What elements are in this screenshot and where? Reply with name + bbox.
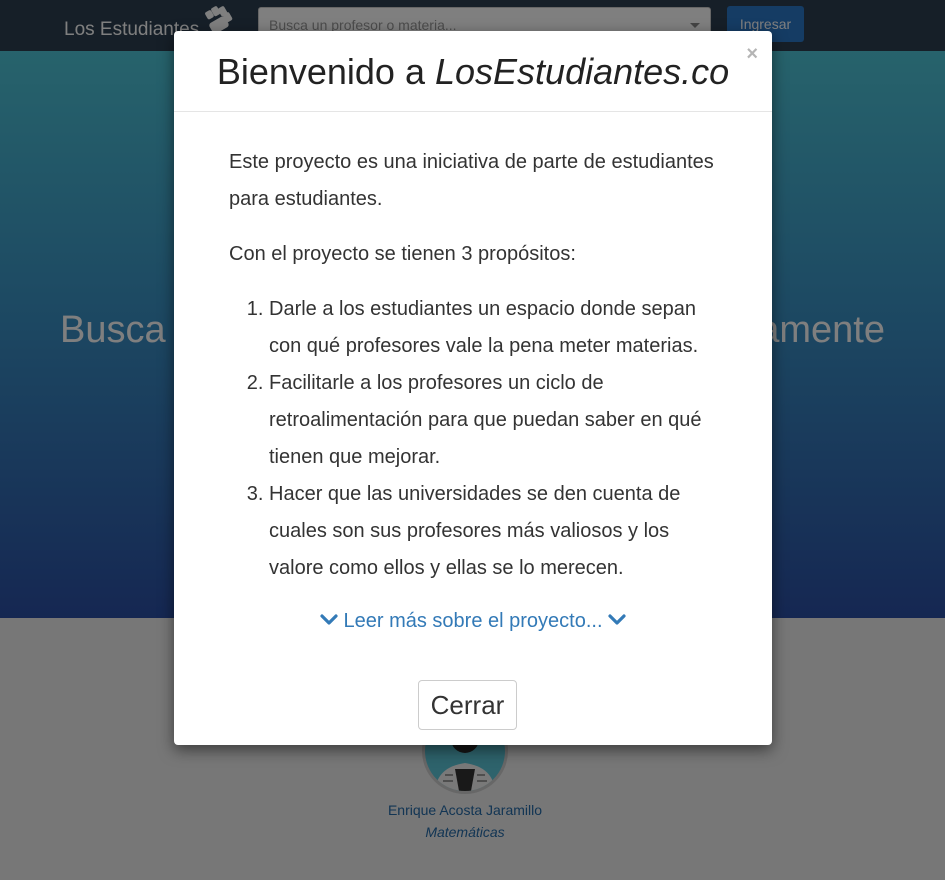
intro-text: Este proyecto es una iniciativa de parte… (229, 151, 714, 210)
purposes-list: Darle a los estudiantes un espacio donde… (229, 291, 719, 587)
purpose-item: Darle a los estudiantes un espacio donde… (269, 291, 719, 365)
purposes-heading: Con el proyecto se tienen 3 propósitos: (229, 243, 576, 265)
chevron-down-icon (320, 614, 338, 625)
purpose-item: Hacer que las universidades se den cuent… (269, 476, 719, 587)
close-icon[interactable]: × (746, 43, 758, 66)
modal-header: Bienvenido a LosEstudiantes.co × (174, 31, 772, 112)
modal-title: Bienvenido a LosEstudiantes.co (174, 51, 772, 93)
welcome-modal: Bienvenido a LosEstudiantes.co × Este pr… (174, 31, 772, 745)
close-button[interactable]: Cerrar (418, 680, 517, 730)
chevron-down-icon (608, 614, 626, 625)
purpose-item: Facilitarle a los profesores un ciclo de… (269, 365, 719, 476)
modal-body: Este proyecto es una iniciativa de parte… (229, 144, 719, 587)
title-prefix: Bienvenido a (216, 51, 435, 92)
title-brand: LosEstudiantes.co (434, 51, 730, 92)
read-more-label: Leer más sobre el proyecto... (343, 610, 603, 632)
read-more-link[interactable]: Leer más sobre el proyecto... (174, 610, 772, 633)
